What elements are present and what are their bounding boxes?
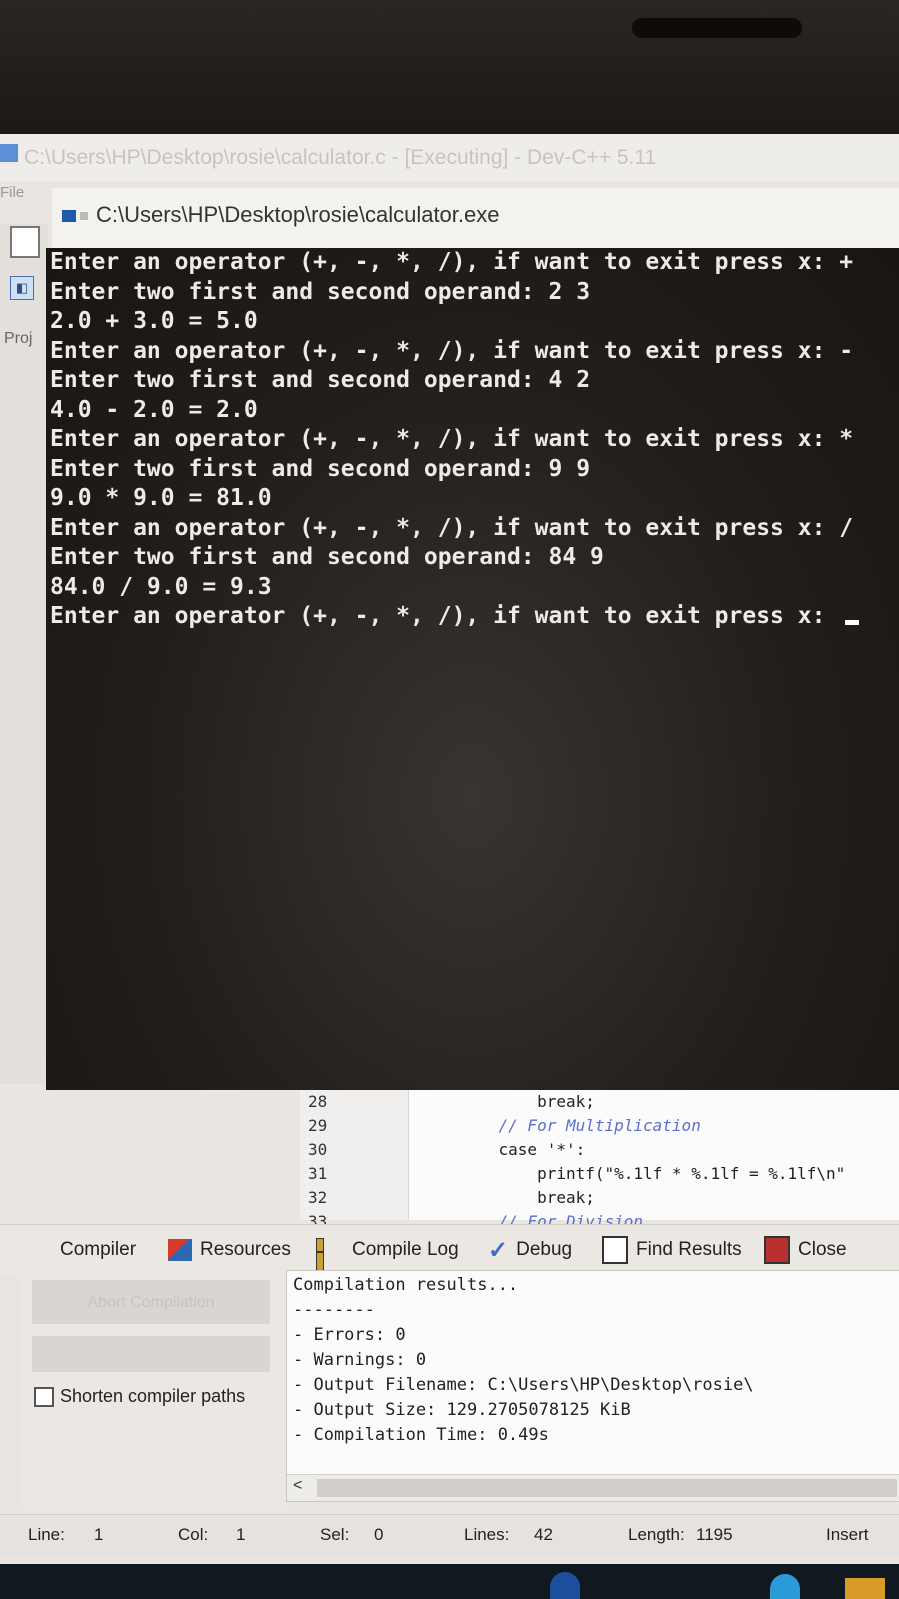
- console-line: Enter two first and second operand: 4 2: [50, 367, 591, 393]
- status-col-label: Col:: [178, 1525, 209, 1544]
- tab-close-label: Close: [798, 1239, 847, 1260]
- tab-compile-log[interactable]: Compile Log: [316, 1235, 459, 1292]
- compile-log-line: - Errors: 0: [293, 1325, 406, 1345]
- find-results-icon: [602, 1236, 628, 1264]
- line-number: 32: [308, 1188, 328, 1207]
- console-line: Enter an operator (+, -, *, /), if want …: [50, 337, 854, 364]
- line-number: 28: [308, 1092, 328, 1111]
- console-line: Enter an operator (+, -, *, /), if want …: [50, 249, 854, 275]
- line-number-gutter: 28 29 30 31 32 33: [300, 1090, 409, 1231]
- code-comment[interactable]: // For Multiplication: [460, 1114, 845, 1138]
- project-icon[interactable]: ◧: [10, 276, 34, 300]
- console-line: Enter an operator (+, -, *, /), if want …: [50, 426, 854, 452]
- compile-log-line: --------: [293, 1300, 375, 1320]
- new-file-icon[interactable]: [10, 226, 40, 258]
- console-line: Enter two first and second operand: 2 3: [50, 278, 591, 305]
- status-col-value: 1: [236, 1525, 246, 1544]
- compile-log-line: - Compilation Time: 0.49s: [293, 1425, 549, 1445]
- console-line: Enter two first and second operand: 9 9: [50, 455, 591, 482]
- console-prompt: Enter an operator (+, -, *, /), if want …: [50, 603, 840, 629]
- blank-button[interactable]: [32, 1336, 270, 1372]
- shorten-paths-checkbox[interactable]: Shorten compiler paths: [34, 1386, 245, 1407]
- webcam: [632, 18, 802, 38]
- status-insert-mode: Insert: [826, 1525, 869, 1544]
- console-lines: Enter an operator (+, -, *, /), if want …: [50, 248, 860, 632]
- status-sel-value: 0: [374, 1525, 384, 1544]
- horizontal-scrollbar[interactable]: <: [287, 1474, 899, 1501]
- scrollbar-thumb[interactable]: [317, 1479, 897, 1497]
- console-line: 84.0 / 9.0 = 9.3: [50, 573, 272, 600]
- text-cursor: [845, 620, 860, 625]
- code-editor[interactable]: 28 29 30 31 32 33 break; // For Multipli…: [300, 1090, 899, 1231]
- compile-log-icon: [316, 1238, 344, 1292]
- compile-log-line: - Warnings: 0: [293, 1350, 427, 1370]
- status-length-value: 1195: [696, 1525, 733, 1544]
- close-icon: [764, 1236, 790, 1264]
- compile-controls: Abort Compilation Shorten compiler paths: [20, 1274, 286, 1510]
- console-prompt-line[interactable]: Enter an operator (+, -, *, /), if want …: [50, 602, 860, 632]
- console-title: C:\Users\HP\Desktop\rosie\calculator.exe: [96, 202, 500, 227]
- line-number: 29: [308, 1116, 328, 1135]
- code-line[interactable]: case '*':: [460, 1138, 845, 1162]
- tab-compiler[interactable]: Compiler: [26, 1235, 136, 1265]
- code-line[interactable]: break;: [460, 1186, 845, 1210]
- scroll-left-arrow[interactable]: <: [293, 1477, 302, 1495]
- devcpp-app-icon: [0, 144, 18, 162]
- tab-debug[interactable]: ✓ Debug: [488, 1235, 572, 1265]
- editor-left-area: [8, 1090, 300, 1220]
- compile-log-line: Compilation results...: [293, 1275, 519, 1295]
- console-line: 2.0 + 3.0 = 5.0: [50, 308, 258, 334]
- tab-resources-label: Resources: [200, 1239, 291, 1260]
- taskbar-app-icon[interactable]: [550, 1572, 580, 1599]
- console-line: 9.0 * 9.0 = 81.0: [50, 485, 272, 511]
- tab-compile-log-label: Compile Log: [352, 1239, 459, 1260]
- tab-close[interactable]: Close: [764, 1235, 847, 1265]
- resources-icon: [168, 1239, 192, 1261]
- status-bar: Line: 1 Col: 1 Sel: 0 Lines: 42 Length: …: [0, 1514, 899, 1557]
- tab-find-results[interactable]: Find Results: [602, 1235, 742, 1265]
- tab-find-results-label: Find Results: [636, 1239, 742, 1260]
- project-panel-label[interactable]: Proj: [4, 330, 32, 348]
- ide-left-strip: [0, 224, 48, 1084]
- tab-resources[interactable]: Resources: [168, 1235, 291, 1265]
- status-length-label: Length:: [628, 1525, 685, 1544]
- taskbar-folder-icon[interactable]: [845, 1578, 885, 1599]
- shorten-paths-label: Shorten compiler paths: [60, 1386, 246, 1406]
- menu-file[interactable]: File: [0, 184, 24, 201]
- console-app-icon-small: [80, 212, 88, 220]
- status-line-label: Line:: [28, 1525, 65, 1544]
- tab-compiler-label: Compiler: [60, 1239, 137, 1260]
- console-line: Enter two first and second operand: 84 9: [50, 544, 604, 570]
- code-line[interactable]: printf("%.1lf * %.1lf = %.1lf\n": [460, 1162, 845, 1186]
- compiler-icon: [26, 1238, 52, 1262]
- status-sel-label: Sel:: [320, 1525, 350, 1544]
- windows-taskbar: [0, 1564, 899, 1599]
- status-line-value: 1: [94, 1525, 104, 1544]
- laptop-bezel: [0, 0, 899, 140]
- bottom-panel-tabs: Compiler Resources Compile Log ✓ Debug F…: [0, 1224, 899, 1292]
- tab-debug-label: Debug: [516, 1239, 573, 1260]
- compile-log-line: - Output Filename: C:\Users\HP\Desktop\r…: [293, 1375, 754, 1395]
- compile-log-line: - Output Size: 129.2705078125 KiB: [293, 1400, 631, 1420]
- compile-log-output[interactable]: Compilation results... -------- - Errors…: [286, 1270, 899, 1502]
- taskbar-browser-icon[interactable]: [770, 1574, 800, 1599]
- code-lines[interactable]: break; // For Multiplication case '*': p…: [460, 1090, 846, 1234]
- console-line: Enter an operator (+, -, *, /), if want …: [50, 514, 854, 541]
- console-line: 4.0 - 2.0 = 2.0: [50, 396, 258, 423]
- line-number: 31: [308, 1164, 328, 1183]
- ide-title-bar: C:\Users\HP\Desktop\rosie\calculator.c -…: [0, 134, 899, 182]
- debug-check-icon: ✓: [488, 1236, 509, 1264]
- console-title-bar[interactable]: C:\Users\HP\Desktop\rosie\calculator.exe: [52, 188, 899, 248]
- compile-log-lines: Compilation results... -------- - Errors…: [293, 1273, 754, 1448]
- console-output-area[interactable]: Enter an operator (+, -, *, /), if want …: [46, 248, 899, 1092]
- checkbox-box[interactable]: [34, 1386, 54, 1407]
- status-lines-label: Lines:: [464, 1525, 510, 1544]
- abort-compilation-button[interactable]: Abort Compilation: [32, 1280, 270, 1324]
- code-line[interactable]: break;: [460, 1090, 845, 1114]
- screen: C:\Users\HP\Desktop\rosie\calculator.c -…: [0, 134, 899, 1564]
- status-lines-value: 42: [534, 1525, 553, 1544]
- line-number: 30: [308, 1140, 328, 1159]
- console-app-icon: [62, 210, 76, 222]
- ide-title: C:\Users\HP\Desktop\rosie\calculator.c -…: [24, 146, 657, 169]
